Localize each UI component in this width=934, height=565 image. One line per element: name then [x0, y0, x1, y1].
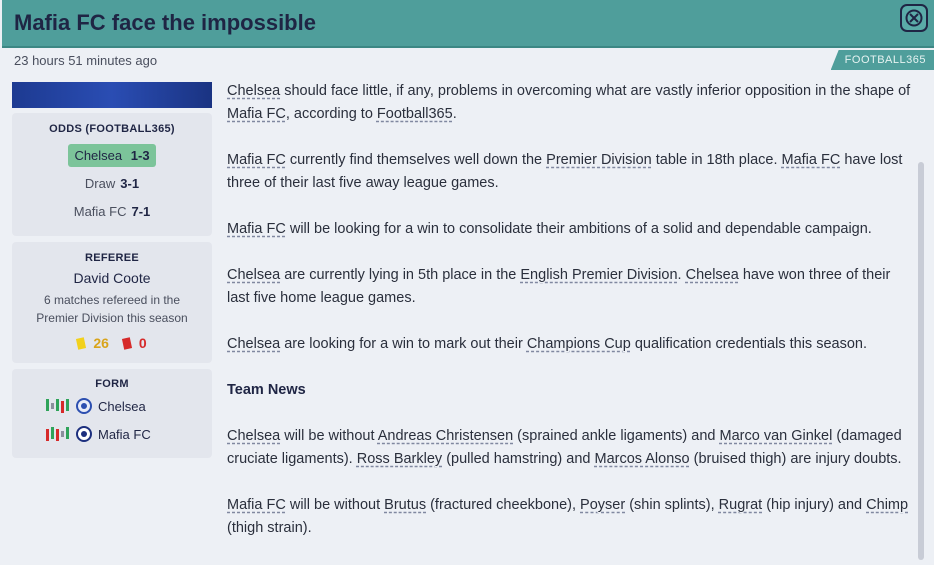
article-link[interactable]: Marcos Alonso: [595, 451, 690, 467]
referee-panel: REFEREE David Coote 6 matches refereed i…: [12, 242, 212, 363]
article-text: (sprained ankle ligaments) and: [513, 428, 720, 444]
article-link[interactable]: Chelsea: [227, 336, 280, 352]
article-text: should face little, if any, problems in …: [280, 83, 911, 99]
article-link[interactable]: Chelsea: [227, 428, 280, 444]
form-heading: FORM: [95, 378, 129, 390]
article-text: (thigh strain).: [227, 520, 312, 536]
referee-info: 6 matches refereed in the Premier Divisi…: [36, 293, 188, 325]
article-text: .: [677, 267, 686, 283]
article-link[interactable]: Mafia FC: [227, 106, 286, 122]
scrollbar[interactable]: [918, 162, 924, 560]
odds-draw-value: 3-1: [120, 175, 140, 191]
odds-heading: ODDS (FOOTBALL365): [49, 123, 175, 135]
article-link[interactable]: Mafia FC: [227, 221, 286, 237]
chelsea-crest-icon: [76, 398, 92, 414]
article-link[interactable]: Andreas Christensen: [378, 428, 513, 444]
odds-draw-label: Draw: [84, 175, 116, 191]
article-link[interactable]: Premier Division: [546, 152, 652, 168]
article-text: (shin splints),: [625, 497, 719, 513]
article-text: are currently lying in 5th place in the: [280, 267, 521, 283]
form-result-win: [66, 399, 69, 411]
odds-home-value: 1-3: [130, 147, 150, 163]
article-text: (bruised thigh) are injury doubts.: [689, 451, 902, 467]
article-link[interactable]: Chelsea: [227, 83, 280, 99]
odds-row-home[interactable]: Chelsea 1-3: [12, 141, 212, 169]
article-title: Mafia FC face the impossible: [14, 10, 316, 35]
yellow-card-count: 26: [93, 335, 109, 351]
form-result-loss: [61, 401, 64, 413]
article-text: table in 18th place.: [651, 152, 782, 168]
article-text: are looking for a win to mark out their: [280, 336, 527, 352]
article-link[interactable]: Ross Barkley: [357, 451, 442, 467]
form-row-home[interactable]: Chelsea: [12, 392, 212, 420]
article-text: (pulled hamstring) and: [442, 451, 595, 467]
article-link[interactable]: Mafia FC: [227, 497, 286, 513]
article-text: (hip injury) and: [762, 497, 867, 513]
article-link[interactable]: Poyser: [580, 497, 625, 513]
form-result-win: [51, 427, 54, 439]
article-link[interactable]: Chelsea: [686, 267, 739, 283]
article-link[interactable]: Brutus: [384, 497, 426, 513]
red-card-count: 0: [138, 335, 147, 351]
article-link[interactable]: Chelsea: [227, 267, 280, 283]
article-paragraph: Chelsea will be without Andreas Christen…: [227, 425, 913, 471]
article-body: Chelsea should face little, if any, prob…: [227, 80, 913, 563]
source-tag[interactable]: FOOTBALL365: [830, 50, 934, 70]
article-link[interactable]: Marco van Ginkel: [720, 428, 833, 444]
mafia-crest-icon: [76, 426, 92, 442]
red-card-icon: [121, 336, 132, 350]
form-bars-home: [46, 399, 70, 413]
article-link[interactable]: Chimp: [866, 497, 908, 513]
article-paragraph: Chelsea are looking for a win to mark ou…: [227, 333, 913, 356]
close-icon: [905, 9, 923, 27]
odds-row-draw[interactable]: Draw 3-1: [12, 169, 212, 197]
form-result-draw: [51, 403, 54, 409]
form-bars-away: [46, 427, 70, 441]
close-button[interactable]: [900, 4, 928, 32]
form-result-loss: [46, 429, 49, 441]
article-link[interactable]: Mafia FC: [782, 152, 841, 168]
odds-row-away[interactable]: Mafia FC 7-1: [12, 197, 212, 225]
yellow-card-icon: [76, 336, 87, 350]
form-panel: FORM Chelsea Mafia FC: [12, 369, 212, 458]
article-text: (fractured cheekbone),: [426, 497, 581, 513]
team-news-heading: Team News: [227, 382, 306, 398]
article-paragraph: Chelsea are currently lying in 5th place…: [227, 264, 913, 310]
timestamp: 23 hours 51 minutes ago: [14, 53, 158, 68]
article-text: .: [452, 106, 457, 122]
article-paragraph: Chelsea should face little, if any, prob…: [227, 80, 913, 126]
article-text: qualification credentials this season.: [630, 336, 867, 352]
article-text: will be without: [280, 428, 378, 444]
form-row-away[interactable]: Mafia FC: [12, 420, 212, 448]
form-team-home: Chelsea: [98, 398, 146, 414]
form-team-away: Mafia FC: [98, 426, 151, 442]
odds-home-label: Chelsea: [74, 147, 123, 163]
odds-panel: ODDS (FOOTBALL365) Chelsea 1-3 Draw 3-1 …: [12, 113, 212, 236]
competition-banner: [12, 82, 212, 108]
article-text: currently find themselves well down the: [285, 152, 547, 168]
title-bar: Mafia FC face the impossible: [2, 0, 934, 48]
article-text: will be without: [285, 497, 385, 513]
form-result-win: [66, 427, 69, 439]
article-link[interactable]: Champions Cup: [527, 336, 631, 352]
form-result-win: [56, 399, 59, 411]
article-link[interactable]: Rugrat: [719, 497, 763, 513]
referee-heading: REFEREE: [84, 252, 140, 264]
odds-home-highlight: Chelsea 1-3: [68, 143, 156, 167]
article-paragraph: Mafia FC currently find themselves well …: [227, 149, 913, 195]
form-result-draw: [61, 431, 64, 437]
article-link[interactable]: Football365: [377, 106, 453, 122]
odds-away-label: Mafia FC: [73, 203, 127, 219]
referee-name[interactable]: David Coote: [12, 270, 212, 286]
article-text: will be looking for a win to consolidate…: [285, 221, 872, 237]
form-result-loss: [56, 429, 59, 441]
article-paragraph: Mafia FC will be without Brutus (fractur…: [227, 494, 913, 540]
odds-away-value: 7-1: [131, 203, 151, 219]
article-text: , according to: [285, 106, 377, 122]
form-result-win: [46, 399, 49, 411]
article-link[interactable]: English Premier Division: [520, 267, 677, 283]
article-link[interactable]: Mafia FC: [227, 152, 286, 168]
article-paragraph: Mafia FC will be looking for a win to co…: [227, 218, 913, 241]
referee-cards: 26 0: [12, 335, 212, 351]
